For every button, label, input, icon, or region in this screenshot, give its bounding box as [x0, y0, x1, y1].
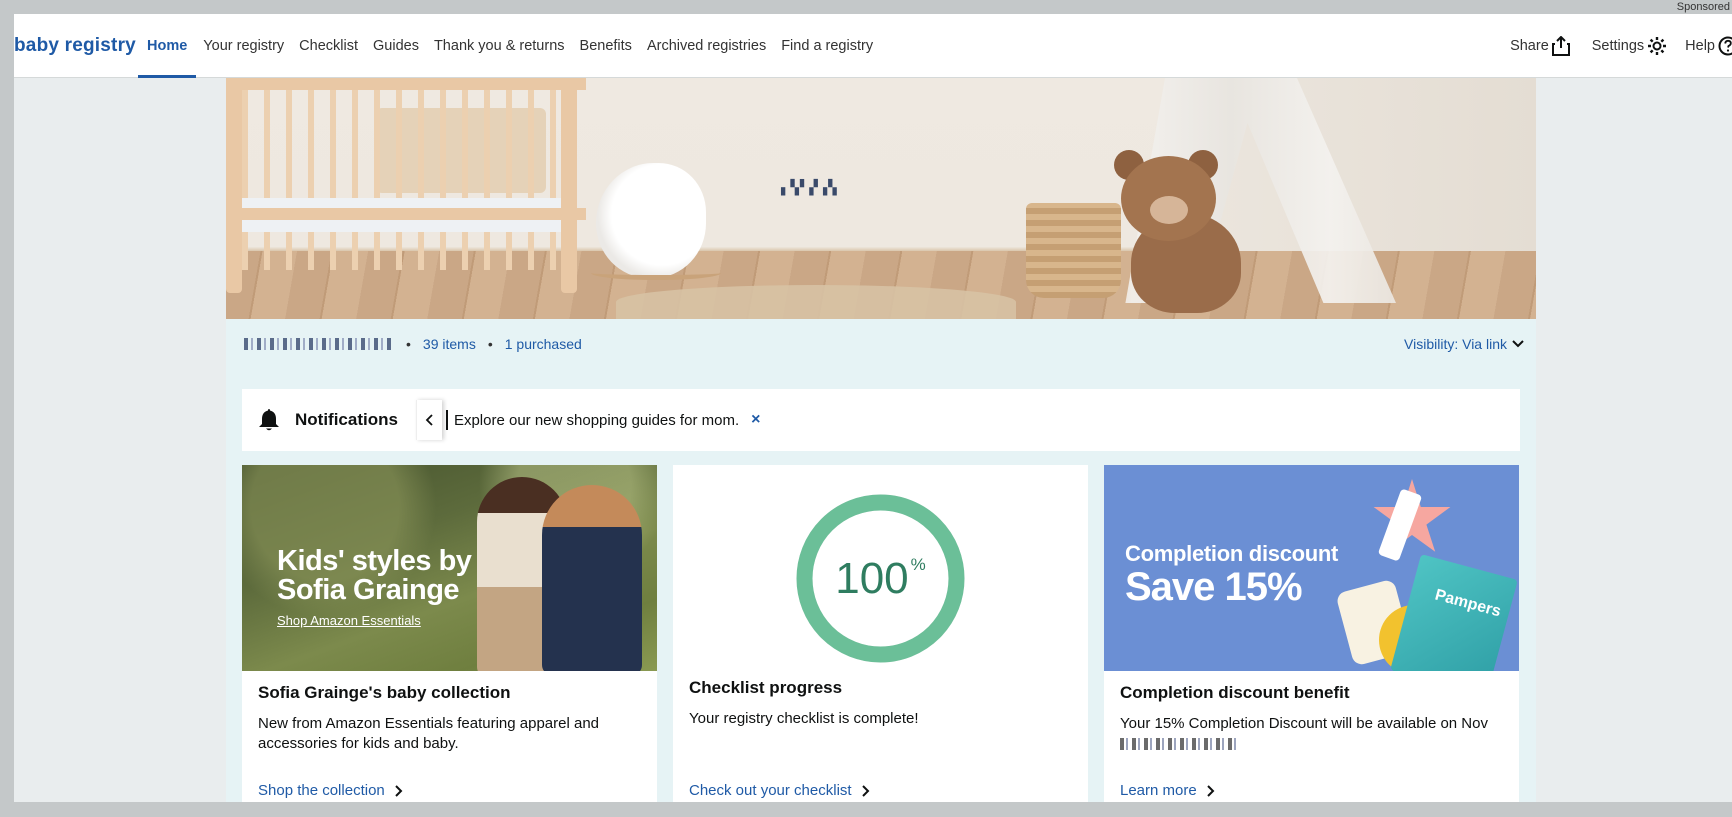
card-completion-discount: Pampers Completion discount Save 15% Com… [1104, 465, 1519, 802]
card-title: Checklist progress [689, 678, 843, 697]
browser-viewport: baby registry Home Your registry Checkli… [14, 14, 1732, 802]
card-description: Your 15% Completion Discount will be ava… [1120, 714, 1500, 754]
card-checklist-progress: 100% Checklist progress Your registry ch… [673, 465, 1088, 802]
nav-tabs: Home Your registry Checklist Guides Than… [138, 14, 881, 78]
card-title: Sofia Grainge's baby collection [258, 683, 511, 702]
promo-line1: Completion discount [1125, 541, 1339, 566]
promo-headline: Kids' styles by Sofia Grainge [277, 545, 472, 606]
visibility-label: Visibility: Via link [1404, 336, 1507, 352]
notification-close-button[interactable]: × [751, 411, 760, 429]
nav-actions: Share Settings Help [1510, 14, 1732, 78]
card-sofia-grainge-collection: Kids' styles by Sofia Grainge Shop Amazo… [242, 465, 657, 802]
bell-icon [258, 408, 280, 432]
notification-message[interactable]: Explore our new shopping guides for mom. [454, 412, 739, 429]
gear-icon [1648, 37, 1667, 55]
card-description: New from Amazon Essentials featuring app… [258, 715, 600, 752]
registry-info-bar: • 39 items • 1 purchased Visibility: Via… [244, 319, 1524, 369]
separator-dot: • [406, 336, 411, 352]
text-cursor [445, 410, 448, 430]
tab-thank-you-returns[interactable]: Thank you & returns [426, 14, 573, 78]
items-count-link[interactable]: 39 items [423, 336, 476, 352]
share-icon [1551, 36, 1570, 56]
progress-ring: 100% [793, 491, 968, 666]
date-redacted [1120, 738, 1240, 751]
registry-owner-redacted [244, 338, 394, 350]
tab-benefits[interactable]: Benefits [572, 14, 640, 78]
notifications-title: Notifications [295, 410, 398, 429]
progress-value: 100% [835, 553, 926, 603]
chevron-down-icon [1512, 340, 1524, 348]
card-description: Your registry checklist is complete! [689, 710, 919, 727]
chevron-right-icon [395, 784, 403, 797]
chevron-right-icon [861, 784, 869, 797]
banner-rug [616, 285, 1016, 319]
card-image-completion-discount[interactable]: Pampers Completion discount Save 15% [1104, 465, 1519, 671]
settings-label: Settings [1591, 38, 1645, 54]
chevron-right-icon [1207, 784, 1215, 797]
tab-find-a-registry[interactable]: Find a registry [773, 14, 881, 78]
tab-your-registry[interactable]: Your registry [195, 14, 292, 78]
purchased-link[interactable]: 1 purchased [505, 336, 582, 352]
card-title: Completion discount benefit [1120, 683, 1350, 702]
link-label: Check out your checklist [689, 782, 852, 799]
link-label: Shop the collection [258, 782, 385, 799]
card-image-kids-styles[interactable]: Kids' styles by Sofia Grainge Shop Amazo… [242, 465, 657, 671]
shop-collection-link[interactable]: Shop the collection [258, 782, 403, 799]
share-button[interactable]: Share [1510, 36, 1570, 56]
tab-checklist[interactable]: Checklist [291, 14, 366, 78]
banner-cradle [596, 163, 706, 278]
tab-guides[interactable]: Guides [365, 14, 427, 78]
learn-more-link[interactable]: Learn more [1120, 782, 1215, 799]
tab-home[interactable]: Home [138, 14, 197, 78]
registrant-name: ▖▚▘▞▗▚ [781, 180, 838, 196]
top-navigation: baby registry Home Your registry Checkli… [14, 14, 1732, 78]
registry-banner: ▖▚▘▞▗▚ [226, 78, 1536, 319]
settings-button[interactable]: Settings [1592, 36, 1667, 56]
separator-dot: • [487, 336, 493, 352]
banner-crib [226, 78, 586, 293]
tab-archived-registries[interactable]: Archived registries [639, 14, 774, 78]
link-label: Learn more [1120, 782, 1197, 799]
notifications-bar: Notifications Explore our new shopping g… [242, 389, 1520, 451]
share-label: Share [1510, 38, 1549, 54]
brand-logo[interactable]: baby registry [14, 35, 136, 57]
help-icon [1718, 36, 1732, 56]
registry-main: ▖▚▘▞▗▚ • 39 items • 1 purchased Visibili… [226, 78, 1536, 802]
banner-basket [1026, 203, 1121, 298]
notification-prev-button[interactable] [415, 400, 442, 440]
visibility-dropdown[interactable]: Visibility: Via link [1404, 319, 1524, 369]
help-button[interactable]: Help [1685, 36, 1732, 56]
help-label: Help [1685, 38, 1715, 54]
promo-line2: Save 15% [1125, 565, 1303, 609]
photo-child-right [542, 485, 642, 671]
check-out-checklist-link[interactable]: Check out your checklist [689, 782, 870, 799]
sponsored-label: Sponsored [1676, 1, 1730, 13]
promo-subline: Shop Amazon Essentials [277, 613, 421, 628]
chevron-left-icon [426, 414, 434, 426]
